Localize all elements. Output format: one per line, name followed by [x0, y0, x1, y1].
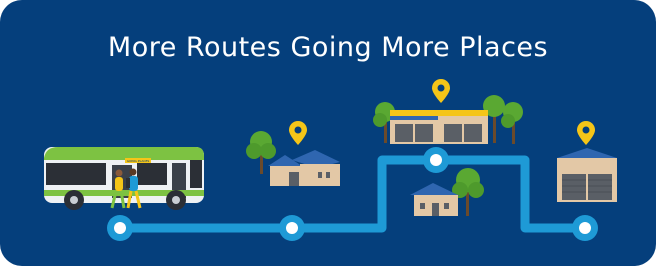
house-icon [268, 150, 340, 186]
location-pin-icon [432, 79, 450, 103]
route-stop-2 [279, 215, 305, 241]
warehouse-icon [557, 148, 617, 202]
banner-card: More Routes Going More Places GOING PLAC [0, 0, 656, 266]
route-stop-1 [107, 215, 133, 241]
bus-sign: GOING PLACES [127, 159, 150, 163]
route-illustration: GOING PLACES [44, 79, 617, 241]
route-stop-4 [572, 215, 598, 241]
location-pin-icon [577, 121, 595, 145]
route-stop-3 [423, 147, 449, 173]
location-pin-icon [289, 121, 307, 145]
shopping-center-icon [390, 110, 488, 144]
